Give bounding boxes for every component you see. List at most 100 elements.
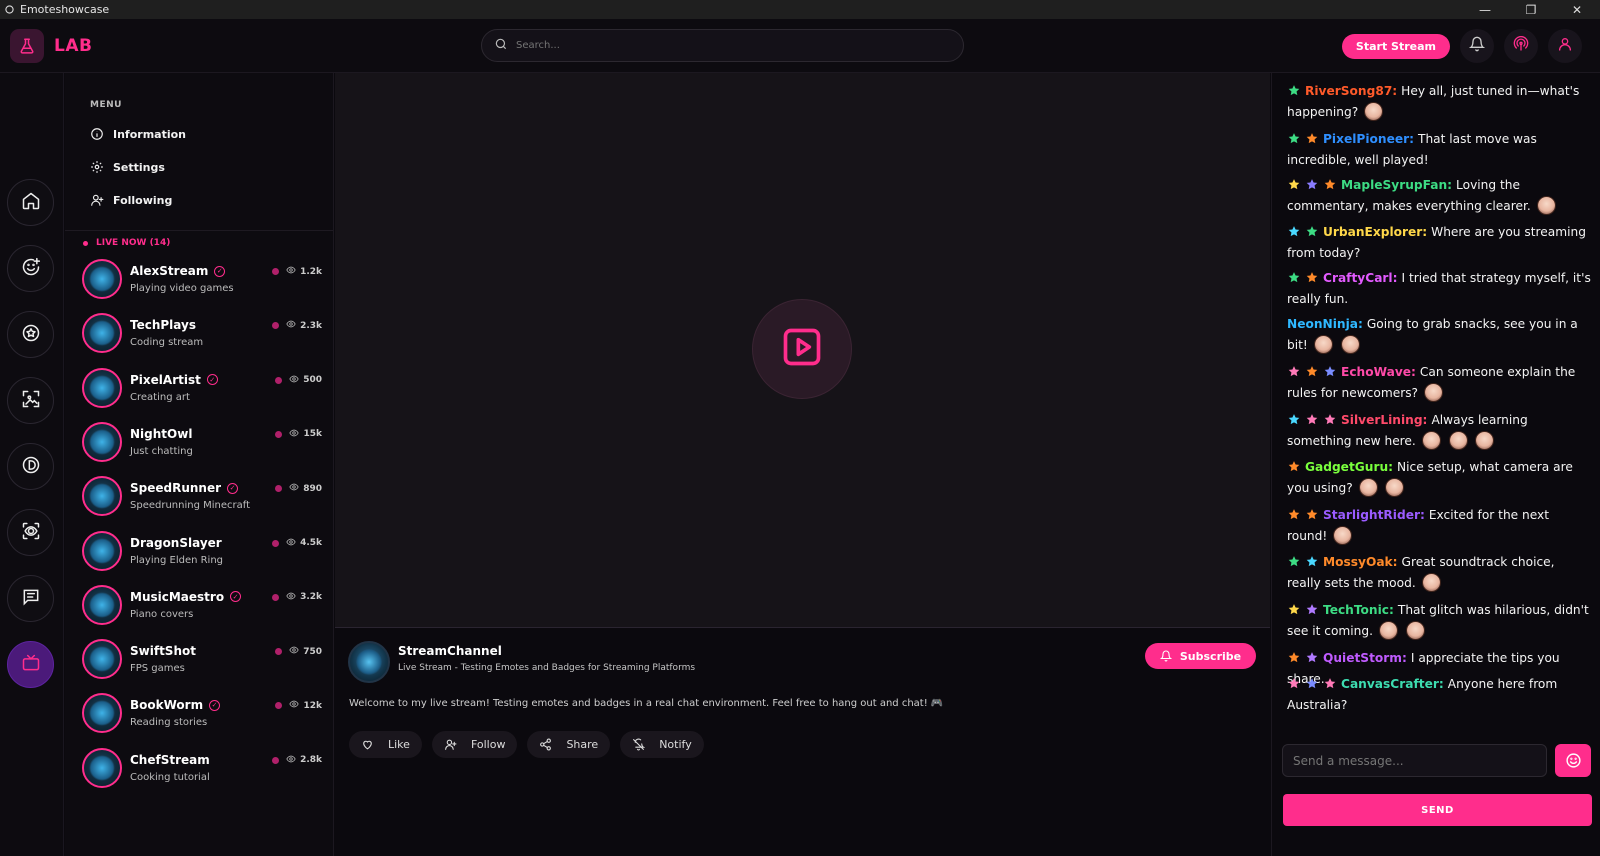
chat-username[interactable]: SilverLining:	[1341, 413, 1427, 427]
verified-icon: ✓	[206, 374, 218, 386]
menu-item-label: Following	[113, 193, 173, 207]
emote-icon	[1358, 478, 1378, 497]
chat-message-input[interactable]	[1282, 744, 1547, 777]
viewer-count: 15k	[275, 428, 322, 441]
verified-icon: ✓	[230, 591, 242, 603]
stream-avatar	[82, 476, 122, 517]
profile-button[interactable]	[1548, 29, 1582, 63]
chat-username[interactable]: UrbanExplorer:	[1323, 225, 1427, 239]
chat-username[interactable]: EchoWave:	[1341, 365, 1416, 379]
channel-actions: Like Follow Share Notify	[349, 731, 704, 758]
stream-category: Cooking tutorial	[130, 771, 210, 783]
chat-message: GadgetGuru: Nice setup, what camera are y…	[1287, 457, 1592, 499]
live-stream-item[interactable]: ChefStream Cooking tutorial 2.8k	[82, 744, 322, 792]
channel-name[interactable]: StreamChannel	[398, 644, 502, 658]
channel-avatar[interactable]	[348, 641, 390, 683]
window-titlebar: Emoteshowcase — ❐ ✕	[0, 0, 1600, 19]
rail-scan-button[interactable]	[7, 509, 54, 556]
search-bar[interactable]	[481, 29, 964, 62]
rail-emotes-button[interactable]	[7, 245, 54, 292]
live-indicator	[272, 593, 280, 601]
play-icon	[780, 325, 824, 373]
emote-icon	[1536, 196, 1556, 215]
broadcast-icon	[1513, 35, 1529, 56]
chat-username[interactable]: CanvasCrafter:	[1341, 677, 1444, 691]
start-stream-button[interactable]: Start Stream	[1341, 33, 1450, 59]
chat-messages[interactable]: RiverSong87: Hey all, just tuned in—what'…	[1287, 73, 1592, 733]
live-stream-item[interactable]: BookWorm ✓ Reading stories 12k	[82, 689, 322, 737]
chat-username[interactable]: QuietStorm:	[1323, 651, 1407, 665]
emote-icon	[1340, 335, 1360, 354]
user-plus-icon	[444, 738, 464, 751]
live-now-text: LIVE NOW (14)	[96, 238, 171, 248]
star-badge-icon	[1306, 414, 1318, 425]
rail-tv-button[interactable]	[7, 641, 54, 688]
sidebar-divider	[65, 230, 333, 231]
minimize-button[interactable]: —	[1462, 0, 1508, 19]
rail-badges-button[interactable]	[7, 311, 54, 358]
star-badge-icon	[1288, 366, 1300, 377]
search-input[interactable]	[516, 40, 936, 51]
follow-button[interactable]: Follow	[431, 731, 518, 758]
stream-name: SwiftShot	[130, 644, 196, 659]
chat-username[interactable]: TechTonic:	[1323, 603, 1394, 617]
live-stream-item[interactable]: AlexStream ✓ Playing video games 1.2k	[82, 255, 322, 303]
play-button[interactable]	[752, 299, 852, 399]
send-button[interactable]: SEND	[1283, 794, 1592, 826]
close-button[interactable]: ✕	[1554, 0, 1600, 19]
video-player[interactable]	[335, 73, 1270, 628]
chat-username[interactable]: NeonNinja:	[1287, 317, 1363, 331]
logo-text: LAB	[54, 35, 93, 56]
rail-image-button[interactable]	[7, 377, 54, 424]
stream-category: Piano covers	[130, 608, 194, 620]
star-badge-icon	[1306, 366, 1318, 377]
live-stream-item[interactable]: NightOwl Just chatting 15k	[82, 418, 322, 466]
live-stream-item[interactable]: TechPlays Coding stream 2.3k	[82, 309, 322, 357]
rail-home-button[interactable]	[7, 179, 54, 226]
star-badge-icon	[1288, 226, 1300, 237]
menu-item-following[interactable]: Following	[90, 193, 172, 207]
chat-username[interactable]: RiverSong87:	[1305, 84, 1397, 98]
menu-item-settings[interactable]: Settings	[90, 160, 165, 174]
viewer-count: 3.2k	[272, 591, 322, 604]
chat-username[interactable]: MapleSyrupFan:	[1341, 178, 1452, 192]
live-stream-item[interactable]: SwiftShot FPS games 750	[82, 635, 322, 683]
menu-label: MENU	[90, 100, 122, 110]
star-badge-icon	[1324, 414, 1336, 425]
menu-item-information[interactable]: Information	[90, 127, 186, 141]
stream-avatar	[82, 421, 122, 462]
rail-dollar-button[interactable]	[7, 443, 54, 490]
live-stream-item[interactable]: SpeedRunner ✓ Speedrunning Minecraft 890	[82, 472, 322, 520]
viewer-count: 12k	[275, 699, 322, 712]
live-indicator	[272, 268, 280, 275]
info-icon	[90, 127, 104, 141]
star-badge-icon	[1288, 179, 1300, 190]
live-stream-item[interactable]: MusicMaestro ✓ Piano covers 3.2k	[82, 581, 322, 629]
chat-username[interactable]: StarlightRider:	[1323, 508, 1425, 522]
star-badge-icon	[1306, 226, 1318, 237]
stream-avatar	[82, 259, 122, 299]
star-badge-icon	[1288, 85, 1300, 96]
smile-plus-icon	[21, 257, 41, 281]
live-stream-item[interactable]: DragonSlayer Playing Elden Ring 4.5k	[82, 527, 322, 575]
viewer-count-value: 1.2k	[300, 266, 322, 277]
subscribe-button[interactable]: Subscribe	[1145, 643, 1256, 669]
emote-picker-button[interactable]	[1555, 744, 1591, 777]
chat-username[interactable]: CraftyCarl:	[1323, 271, 1397, 285]
chat-username[interactable]: MossyOak:	[1323, 555, 1398, 569]
chat-username[interactable]: GadgetGuru:	[1305, 460, 1393, 474]
logo[interactable]: LAB	[10, 28, 93, 63]
podcast-button[interactable]	[1504, 29, 1538, 63]
notifications-button[interactable]	[1460, 29, 1494, 63]
share-button[interactable]: Share	[527, 731, 611, 758]
stream-category: Playing Elden Ring	[130, 554, 224, 566]
chat-username[interactable]: PixelPioneer:	[1323, 132, 1414, 146]
stream-avatar	[82, 313, 122, 354]
like-button[interactable]: Like	[349, 731, 422, 758]
rail-chat-button[interactable]	[7, 575, 54, 622]
notify-button[interactable]: Notify	[620, 731, 704, 758]
chat-message: PixelPioneer: That last move was incredib…	[1287, 129, 1592, 171]
maximize-button[interactable]: ❐	[1508, 0, 1554, 19]
emote-icon	[1385, 478, 1405, 497]
live-stream-item[interactable]: PixelArtist ✓ Creating art 500	[82, 364, 322, 412]
